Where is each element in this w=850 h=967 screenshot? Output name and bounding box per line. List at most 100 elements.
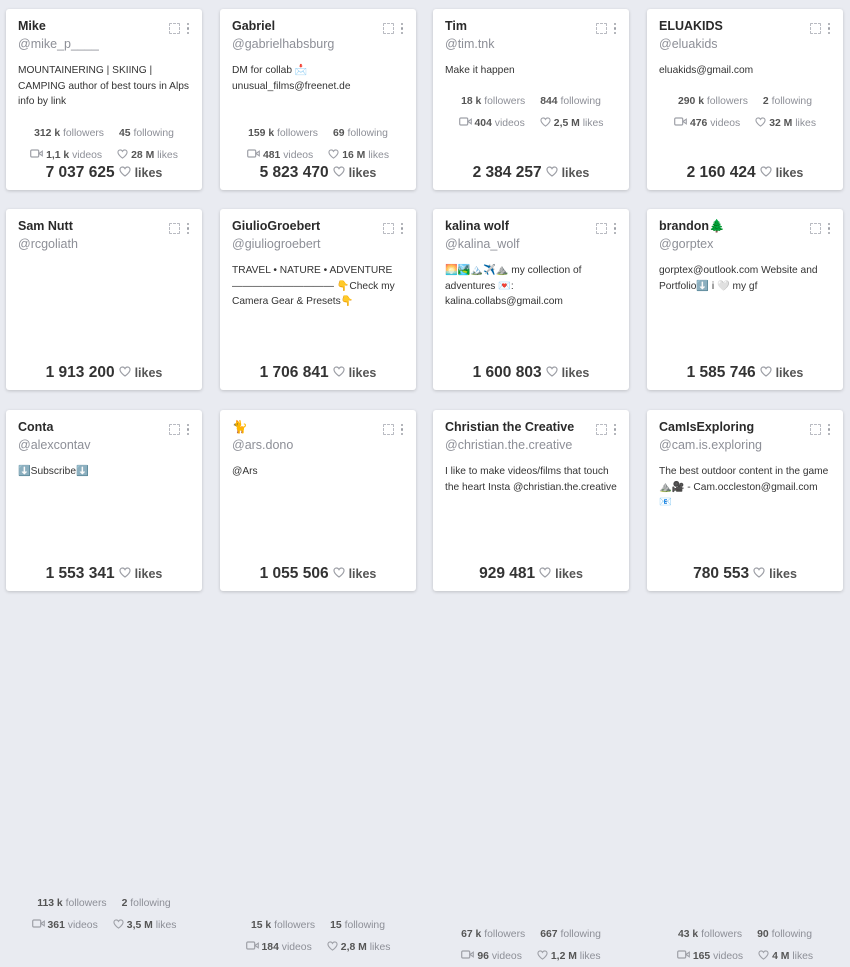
profile-name[interactable]: Conta [18, 420, 53, 434]
profile-card[interactable]: Mike @mike_p____ MOUNTAINERING | SKIING | … [6, 9, 202, 190]
profile-name[interactable]: 🐈 [232, 420, 248, 435]
total-likes-value: 1 913 200 [45, 364, 115, 381]
followers-row: 113 k followers 2 following [6, 892, 202, 914]
profile-bio: eluakids@gmail.com [659, 65, 754, 76]
profile-name[interactable]: ELUAKIDS [659, 19, 723, 33]
followers-stat: 15 k followers [251, 920, 315, 931]
likes-label: likes [155, 919, 177, 931]
expand-icon[interactable] [809, 223, 821, 235]
more-menu-icon[interactable] [186, 223, 189, 235]
videos-likes-row: 165 videos 4 M likes [647, 945, 843, 967]
profile-card[interactable]: brandon🌲 @gorptex gorptex@outlook.com Webs… [647, 209, 843, 545]
followers-label: followers [701, 928, 743, 940]
profile-handle: @rcgoliath [18, 237, 78, 251]
profile-name[interactable]: kalina wolf [445, 219, 509, 233]
total-likes: 1 913 200 likes [6, 364, 202, 382]
more-menu-icon[interactable] [186, 424, 189, 436]
videos-count: 481 [262, 149, 281, 161]
following-label: following [130, 897, 171, 909]
total-heart-icon [332, 366, 345, 377]
following-label: following [560, 928, 601, 940]
expand-icon[interactable] [595, 23, 607, 35]
profile-card[interactable]: Conta @alexcontav ⬇️Subscribe⬇️ 113 k follo… [6, 410, 202, 931]
following-count: 667 [540, 928, 558, 940]
profile-name[interactable]: Gabriel [232, 19, 275, 33]
expand-icon[interactable] [382, 23, 394, 35]
expand-icon[interactable] [168, 223, 180, 235]
more-menu-icon[interactable] [613, 223, 616, 235]
expand-icon[interactable] [595, 223, 607, 235]
expand-icon[interactable] [595, 424, 607, 436]
following-count: 844 [540, 95, 558, 107]
profile-card[interactable]: Sam Nutt@rcgoliath3 k followers127 follo… [6, 209, 202, 514]
profile-bio: gorptex@outlook.com Website and Portfoli… [659, 265, 818, 292]
profile-card[interactable]: Tim @tim.tnk Make it happen 18 k followers 8… [433, 9, 629, 190]
profile-name[interactable]: Tim [445, 19, 467, 33]
profile-name[interactable]: Sam Nutt [18, 219, 73, 233]
total-heart-icon [118, 567, 131, 578]
videos-count: 165 [692, 950, 711, 962]
expand-icon[interactable] [168, 424, 180, 436]
total-heart-icon [332, 567, 345, 578]
followers-count: 67 k [461, 928, 482, 940]
videos-likes-row: 361 videos 3,5 M likes [6, 914, 202, 936]
videos-stat: 481 videos [247, 150, 313, 161]
videos-label: videos [491, 950, 522, 962]
profile-card[interactable]: Gabriel @gabrielhabsburg DM for collab 📩 u… [220, 9, 416, 190]
profile-grid: Mike @mike_p____ MOUNTAINERING | SKIING | … [0, 0, 850, 962]
card-tools [595, 223, 616, 235]
videos-count: 476 [689, 117, 708, 129]
video-camera-icon [676, 950, 690, 959]
total-likes-value: 5 823 470 [259, 164, 329, 181]
followers-count: 113 k [37, 897, 63, 909]
profile-card[interactable]: kalina wolf @kalina_wolf 🌅🏞️🏔️✈️⛰️ my coll… [433, 209, 629, 561]
videos-count: 404 [474, 117, 492, 129]
videos-likes-row: 1,1 k videos 28 M likes [6, 144, 202, 166]
total-likes-value: 2 384 257 [472, 164, 542, 181]
profile-card[interactable]: GiulioGroebert @giuliogroebert TRAVEL • NA… [220, 209, 416, 561]
following-count: 45 [119, 127, 131, 139]
followers-stat: 43 k followers [678, 929, 742, 940]
total-likes-label: likes [134, 567, 163, 581]
expand-icon[interactable] [382, 223, 394, 235]
more-menu-icon[interactable] [827, 223, 830, 235]
videos-count: 361 [47, 919, 65, 931]
expand-icon[interactable] [809, 424, 821, 436]
followers-count: 43 k [677, 928, 699, 940]
more-menu-icon[interactable] [827, 424, 830, 436]
profile-card[interactable]: 🐈 @ars.dono @Ars 15 k followers 15 following… [220, 410, 416, 953]
profile-card[interactable]: Christian the Creative @christian.the.cre… [433, 410, 629, 962]
expand-icon[interactable] [809, 23, 821, 35]
card-tools [809, 223, 830, 235]
following-stat: 15 following [330, 920, 385, 931]
more-menu-icon[interactable] [613, 424, 616, 436]
more-menu-icon[interactable] [827, 23, 830, 35]
profile-name[interactable]: Christian the Creative [445, 420, 574, 434]
videos-likes-row: 404 videos 2,5 M likes [433, 112, 629, 134]
profile-card[interactable]: CamIsExploring @cam.is.exploring The best … [647, 410, 843, 962]
expand-icon[interactable] [382, 424, 394, 436]
total-likes-label: likes [769, 567, 797, 581]
likes-label: likes [369, 941, 391, 953]
profile-handle: @cam.is.exploring [659, 438, 763, 452]
profile-card[interactable]: ELUAKIDS @eluakids eluakids@gmail.com 290 k… [647, 9, 843, 190]
card-tools [595, 23, 616, 35]
profile-name[interactable]: Mike [18, 19, 46, 33]
more-menu-icon[interactable] [186, 23, 189, 35]
followers-row: 312 k followers 45 following [6, 122, 202, 144]
more-menu-icon[interactable] [400, 424, 403, 436]
total-likes: 2 384 257 likes [433, 164, 629, 182]
profile-name[interactable]: GiulioGroebert [232, 219, 320, 233]
followers-label: followers [63, 127, 104, 139]
total-likes: 1 600 803 likes [433, 364, 629, 382]
total-likes: 1 055 506 likes [220, 565, 416, 583]
profile-name[interactable]: CamIsExploring [659, 420, 754, 434]
likes-label: likes [792, 950, 814, 962]
expand-icon[interactable] [168, 23, 180, 35]
more-menu-icon[interactable] [400, 23, 403, 35]
profile-name[interactable]: brandon🌲 [659, 219, 725, 234]
more-menu-icon[interactable] [400, 223, 403, 235]
videos-label: videos [494, 117, 525, 129]
more-menu-icon[interactable] [613, 23, 616, 35]
videos-count: 96 [477, 950, 489, 962]
